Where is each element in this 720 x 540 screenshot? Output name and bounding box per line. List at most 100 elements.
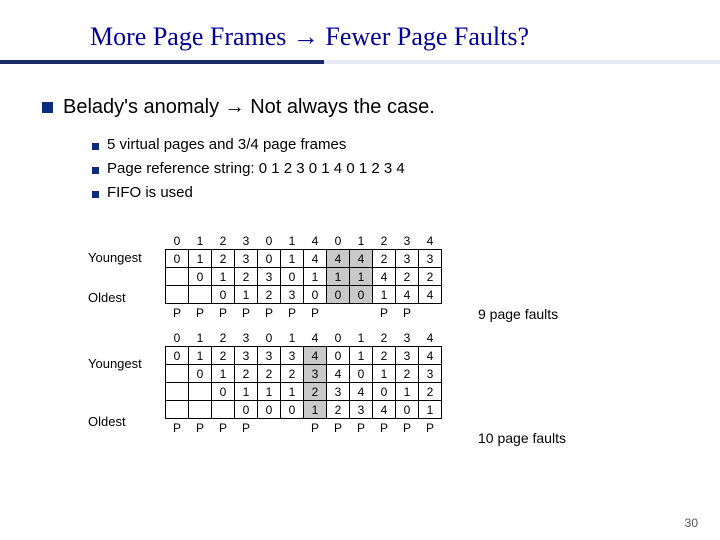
ref-cell: 1 <box>281 232 304 250</box>
ref-cell: 4 <box>304 232 327 250</box>
fault-cell: P <box>166 419 189 437</box>
frame-cell: 1 <box>189 250 212 268</box>
frame-cell: 3 <box>281 347 304 365</box>
level2-bullet-1: Page reference string: 0 1 2 3 0 1 4 0 1… <box>92 160 405 177</box>
frame-cell: 3 <box>396 250 419 268</box>
frame-cell: 2 <box>373 347 396 365</box>
level2-text: 5 virtual pages and 3/4 page frames <box>107 136 346 153</box>
fault-count-1: 9 page faults <box>478 306 558 322</box>
frame-cell: 0 <box>212 286 235 304</box>
fault-cell: P <box>235 304 258 322</box>
fault-cell: P <box>396 419 419 437</box>
frame-cell: 4 <box>327 250 350 268</box>
frame-cell: 1 <box>235 383 258 401</box>
frame-cell: 1 <box>373 286 396 304</box>
ref-cell: 0 <box>258 232 281 250</box>
frame-cell: 2 <box>235 365 258 383</box>
level1-bullet: Belady's anomaly → Not always the case. <box>42 96 435 119</box>
frame-cell: 1 <box>396 383 419 401</box>
frame-cell: 3 <box>235 250 258 268</box>
frame-cell: 4 <box>304 347 327 365</box>
frame-cell: 0 <box>189 268 212 286</box>
frame-cell: 1 <box>327 268 350 286</box>
frame-cell: 2 <box>258 365 281 383</box>
frame-cell <box>212 401 235 419</box>
fault-cell: P <box>373 304 396 322</box>
fault-cell: P <box>189 304 212 322</box>
fault-cell <box>350 304 373 322</box>
frame-cell: 4 <box>419 286 442 304</box>
label-youngest-1: Youngest <box>88 250 142 265</box>
frame-cell <box>166 365 189 383</box>
frame-cell: 1 <box>350 347 373 365</box>
frame-cell: 3 <box>281 286 304 304</box>
label-oldest-2: Oldest <box>88 414 126 429</box>
frame-cell: 2 <box>396 268 419 286</box>
frame-cell: 0 <box>281 401 304 419</box>
frame-cell: 0 <box>258 401 281 419</box>
frame-cell: 1 <box>373 365 396 383</box>
frame-cell: 2 <box>235 268 258 286</box>
frame-cell: 2 <box>212 347 235 365</box>
frame-cell: 2 <box>396 365 419 383</box>
frame-cell: 0 <box>166 347 189 365</box>
level2-text: Page reference string: 0 1 2 3 0 1 4 0 1… <box>107 160 405 177</box>
ref-cell: 3 <box>235 232 258 250</box>
ref-cell: 1 <box>189 232 212 250</box>
fifo-3-table: 0123014012340123014442330123011142201230… <box>165 232 442 321</box>
frame-cell: 2 <box>212 250 235 268</box>
frame-cell: 2 <box>327 401 350 419</box>
tables-container: 0123014012340123014442330123011142201230… <box>165 232 442 436</box>
ref-cell: 2 <box>373 232 396 250</box>
ref-cell: 2 <box>373 329 396 347</box>
frame-cell: 3 <box>258 268 281 286</box>
frame-cell: 2 <box>281 365 304 383</box>
level2-text: FIFO is used <box>107 184 193 201</box>
fault-cell: P <box>419 419 442 437</box>
fault-cell: P <box>258 304 281 322</box>
frame-cell: 4 <box>419 347 442 365</box>
fault-cell: P <box>212 419 235 437</box>
ref-cell: 0 <box>258 329 281 347</box>
frame-cell: 4 <box>327 365 350 383</box>
ref-cell: 4 <box>419 329 442 347</box>
frame-cell: 1 <box>304 268 327 286</box>
frame-cell: 1 <box>304 401 327 419</box>
frame-cell: 0 <box>212 383 235 401</box>
fault-cell <box>281 419 304 437</box>
ref-cell: 1 <box>350 232 373 250</box>
frame-cell: 3 <box>350 401 373 419</box>
frame-cell: 4 <box>373 268 396 286</box>
fault-cell: P <box>327 419 350 437</box>
ref-cell: 2 <box>212 329 235 347</box>
fault-cell: P <box>304 304 327 322</box>
ref-cell: 4 <box>419 232 442 250</box>
frame-cell: 0 <box>304 286 327 304</box>
level2-bullet-2: FIFO is used <box>92 184 193 201</box>
frame-cell: 1 <box>281 383 304 401</box>
frame-cell: 0 <box>189 365 212 383</box>
frame-cell: 1 <box>189 347 212 365</box>
frame-cell: 4 <box>373 401 396 419</box>
frame-cell: 0 <box>281 268 304 286</box>
ref-cell: 1 <box>350 329 373 347</box>
frame-cell: 4 <box>396 286 419 304</box>
ref-cell: 1 <box>281 329 304 347</box>
frame-cell: 1 <box>212 365 235 383</box>
frame-cell: 0 <box>258 250 281 268</box>
fault-cell <box>258 419 281 437</box>
frame-cell: 0 <box>166 250 189 268</box>
ref-cell: 2 <box>212 232 235 250</box>
frame-cell: 2 <box>419 268 442 286</box>
frame-cell: 1 <box>350 268 373 286</box>
square-bullet-icon <box>92 143 99 150</box>
fault-cell: P <box>281 304 304 322</box>
fault-cell: P <box>235 419 258 437</box>
frame-cell <box>166 286 189 304</box>
level1-text: Belady's anomaly → Not always the case. <box>63 96 435 119</box>
fault-cell <box>327 304 350 322</box>
frame-cell <box>166 401 189 419</box>
ref-cell: 0 <box>166 232 189 250</box>
ref-cell: 1 <box>189 329 212 347</box>
frame-cell: 1 <box>235 286 258 304</box>
